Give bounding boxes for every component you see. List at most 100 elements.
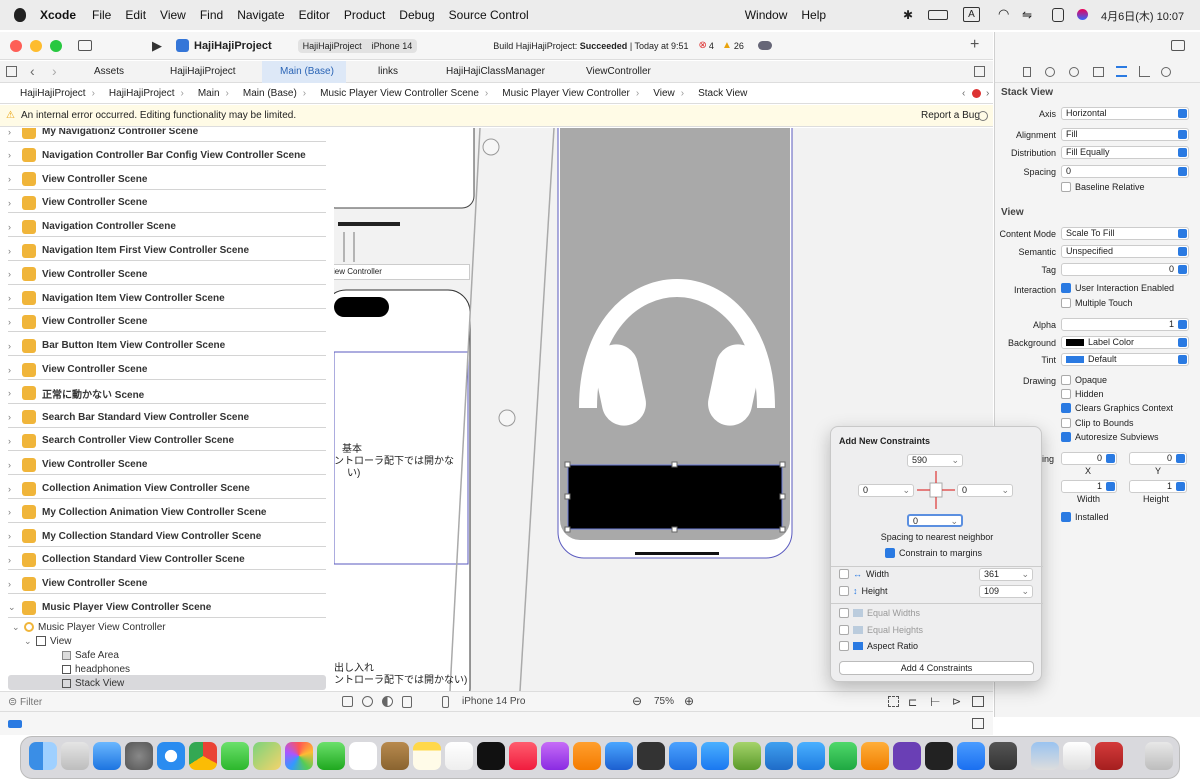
app-store-icon[interactable] — [701, 742, 729, 770]
outline-scene-row[interactable]: › Search Bar Standard View Controller Sce… — [8, 408, 326, 428]
help-inspector-icon[interactable] — [1069, 67, 1079, 77]
zoom-out-icon[interactable]: ⊖ — [632, 694, 642, 708]
chevron-right-icon[interactable]: › — [8, 198, 22, 208]
keynote-icon[interactable] — [797, 742, 825, 770]
outline-scene-row[interactable]: › View Controller Scene — [8, 170, 326, 190]
outline-scene-row[interactable]: › Navigation Controller Scene — [8, 217, 326, 238]
embed-in-icon[interactable] — [972, 696, 984, 707]
jump-item-main[interactable]: Main — [198, 88, 220, 99]
outline-scene-row[interactable]: › My Navigation2 Controller Scene — [8, 128, 326, 142]
jump-item-stack-view[interactable]: Stack View — [698, 88, 747, 99]
menu-edit[interactable]: Edit — [125, 8, 146, 22]
orientation-icon[interactable] — [402, 696, 412, 708]
input-source-icon[interactable]: A — [963, 7, 980, 22]
filter-input[interactable] — [20, 695, 320, 709]
outline-scene-row[interactable]: › Search Controller View Controller Scene — [8, 431, 326, 452]
user-interaction-checkbox[interactable]: User Interaction Enabled — [1061, 283, 1174, 293]
chevron-right-icon[interactable]: › — [8, 150, 22, 160]
report-bug-link[interactable]: Report a Bug — [921, 110, 980, 121]
installed-checkbox[interactable]: Installed — [1061, 512, 1109, 522]
equal-heights-checkbox[interactable]: Equal Heights — [839, 625, 923, 635]
github-desktop-icon[interactable] — [893, 742, 921, 770]
outline-scene-row[interactable]: › 正常に動かない Scene — [8, 384, 326, 404]
width-value-field[interactable]: 361 ⌄ — [979, 568, 1033, 581]
user-interaction-box[interactable] — [1061, 283, 1071, 293]
equal-widths-box[interactable] — [839, 608, 849, 618]
chrome-icon[interactable] — [189, 742, 217, 770]
axis-popup[interactable]: Horizontal — [1061, 107, 1189, 120]
aspect-ratio-box[interactable] — [839, 641, 849, 651]
hidden-checkbox[interactable]: Hidden — [1061, 389, 1104, 399]
wifi-icon[interactable]: ◠ — [998, 6, 1009, 22]
content-mode-popup[interactable]: Scale To Fill — [1061, 227, 1189, 240]
report-bug-arrow-icon[interactable] — [978, 110, 988, 121]
close-window-button[interactable] — [10, 39, 22, 52]
device-phone-icon[interactable] — [442, 696, 449, 708]
outline-scene-row[interactable]: › View Controller Scene — [8, 360, 326, 380]
size-inspector-icon[interactable] — [1139, 66, 1150, 77]
chevron-down-icon[interactable]: ⌄ — [8, 602, 22, 613]
align-icon[interactable]: ⊏ — [908, 696, 917, 709]
control-center-toggle-icon[interactable] — [1052, 8, 1064, 22]
preview-icon[interactable] — [1031, 742, 1059, 770]
outline-scene-row[interactable]: › Navigation Item First View Controller S… — [8, 241, 326, 261]
outline-scene-row[interactable]: › Navigation Item View Controller Scene — [8, 289, 326, 309]
books-icon[interactable] — [573, 742, 601, 770]
menu-product[interactable]: Product — [344, 8, 385, 22]
chevron-right-icon[interactable]: › — [8, 128, 22, 137]
chevron-down-icon[interactable]: ⌄ — [24, 636, 36, 647]
podcasts-icon[interactable] — [541, 742, 569, 770]
outline-tree-item[interactable]: ⌄ View — [24, 634, 72, 648]
zoom-window-button[interactable] — [50, 39, 62, 52]
alignment-popup[interactable]: Fill — [1061, 128, 1189, 141]
music-icon[interactable] — [509, 742, 537, 770]
update-frames-icon[interactable] — [888, 696, 899, 707]
cloud-icon[interactable] — [757, 41, 772, 50]
tint-popup[interactable]: Default — [1061, 353, 1189, 366]
equal-heights-box[interactable] — [839, 625, 849, 635]
calendar-icon[interactable] — [349, 742, 377, 770]
jump-prev-issue-icon[interactable]: ‹ — [962, 88, 965, 99]
clears-graphics-box[interactable] — [1061, 403, 1071, 413]
inspector-toggle-icon[interactable] — [1171, 40, 1185, 51]
back-nav-icon[interactable]: ‹ — [30, 63, 35, 79]
chevron-right-icon[interactable]: › — [8, 246, 22, 256]
tab-links[interactable]: links — [360, 61, 430, 83]
outline-scene-row[interactable]: › View Controller Scene — [8, 574, 326, 595]
zoom-icon[interactable] — [957, 742, 985, 770]
outline-tree-item[interactable]: Safe Area — [62, 648, 119, 662]
menu-window[interactable]: Window — [745, 8, 788, 22]
pages-icon[interactable] — [861, 742, 889, 770]
battery-icon[interactable] — [928, 10, 948, 20]
warning-icon[interactable]: ▲ — [722, 40, 732, 51]
resolve-issues-icon[interactable]: ⊳ — [952, 695, 961, 708]
spacing-field[interactable]: 0 — [1061, 165, 1189, 178]
run-destination[interactable]: iPhone 14 — [372, 41, 413, 51]
tag-field[interactable]: 0 — [1061, 263, 1189, 276]
height-value-field[interactable]: 109 ⌄ — [979, 585, 1033, 598]
error-count[interactable]: 4 — [709, 41, 714, 51]
safari-icon[interactable] — [157, 742, 185, 770]
alpha-field[interactable]: 1 — [1061, 318, 1189, 331]
jump-item-project[interactable]: HajiHajiProject — [20, 88, 86, 99]
equal-widths-checkbox[interactable]: Equal Widths — [839, 608, 920, 618]
debug-toggle-icon[interactable] — [8, 720, 22, 728]
tab-project[interactable]: HajiHajiProject — [152, 61, 258, 83]
height-constraint-box[interactable] — [839, 586, 849, 596]
chevron-right-icon[interactable]: › — [8, 365, 22, 375]
installed-box[interactable] — [1061, 512, 1071, 522]
sidebar-toggle-icon[interactable] — [78, 40, 92, 51]
scheme-selector[interactable]: HajiHajiProject iPhone 14 — [297, 38, 418, 53]
apple-icon[interactable] — [14, 8, 26, 22]
outline-tree-item[interactable]: Stack View — [62, 676, 124, 690]
attributes-inspector-icon[interactable] — [1116, 66, 1127, 77]
width-constraint-box[interactable] — [839, 569, 849, 579]
clip-bounds-checkbox[interactable]: Clip to Bounds — [1061, 418, 1134, 428]
chevron-right-icon[interactable]: › — [8, 388, 22, 398]
siri-icon[interactable] — [1077, 9, 1088, 20]
tab-assets[interactable]: Assets — [76, 61, 148, 83]
chevron-right-icon[interactable]: › — [8, 531, 22, 541]
width-constraint-checkbox[interactable]: ↔ Width — [839, 569, 889, 579]
outline-scene-row[interactable]: › Navigation Controller Bar Config View C… — [8, 146, 326, 166]
outline-tree-item[interactable]: headphones — [62, 662, 130, 676]
